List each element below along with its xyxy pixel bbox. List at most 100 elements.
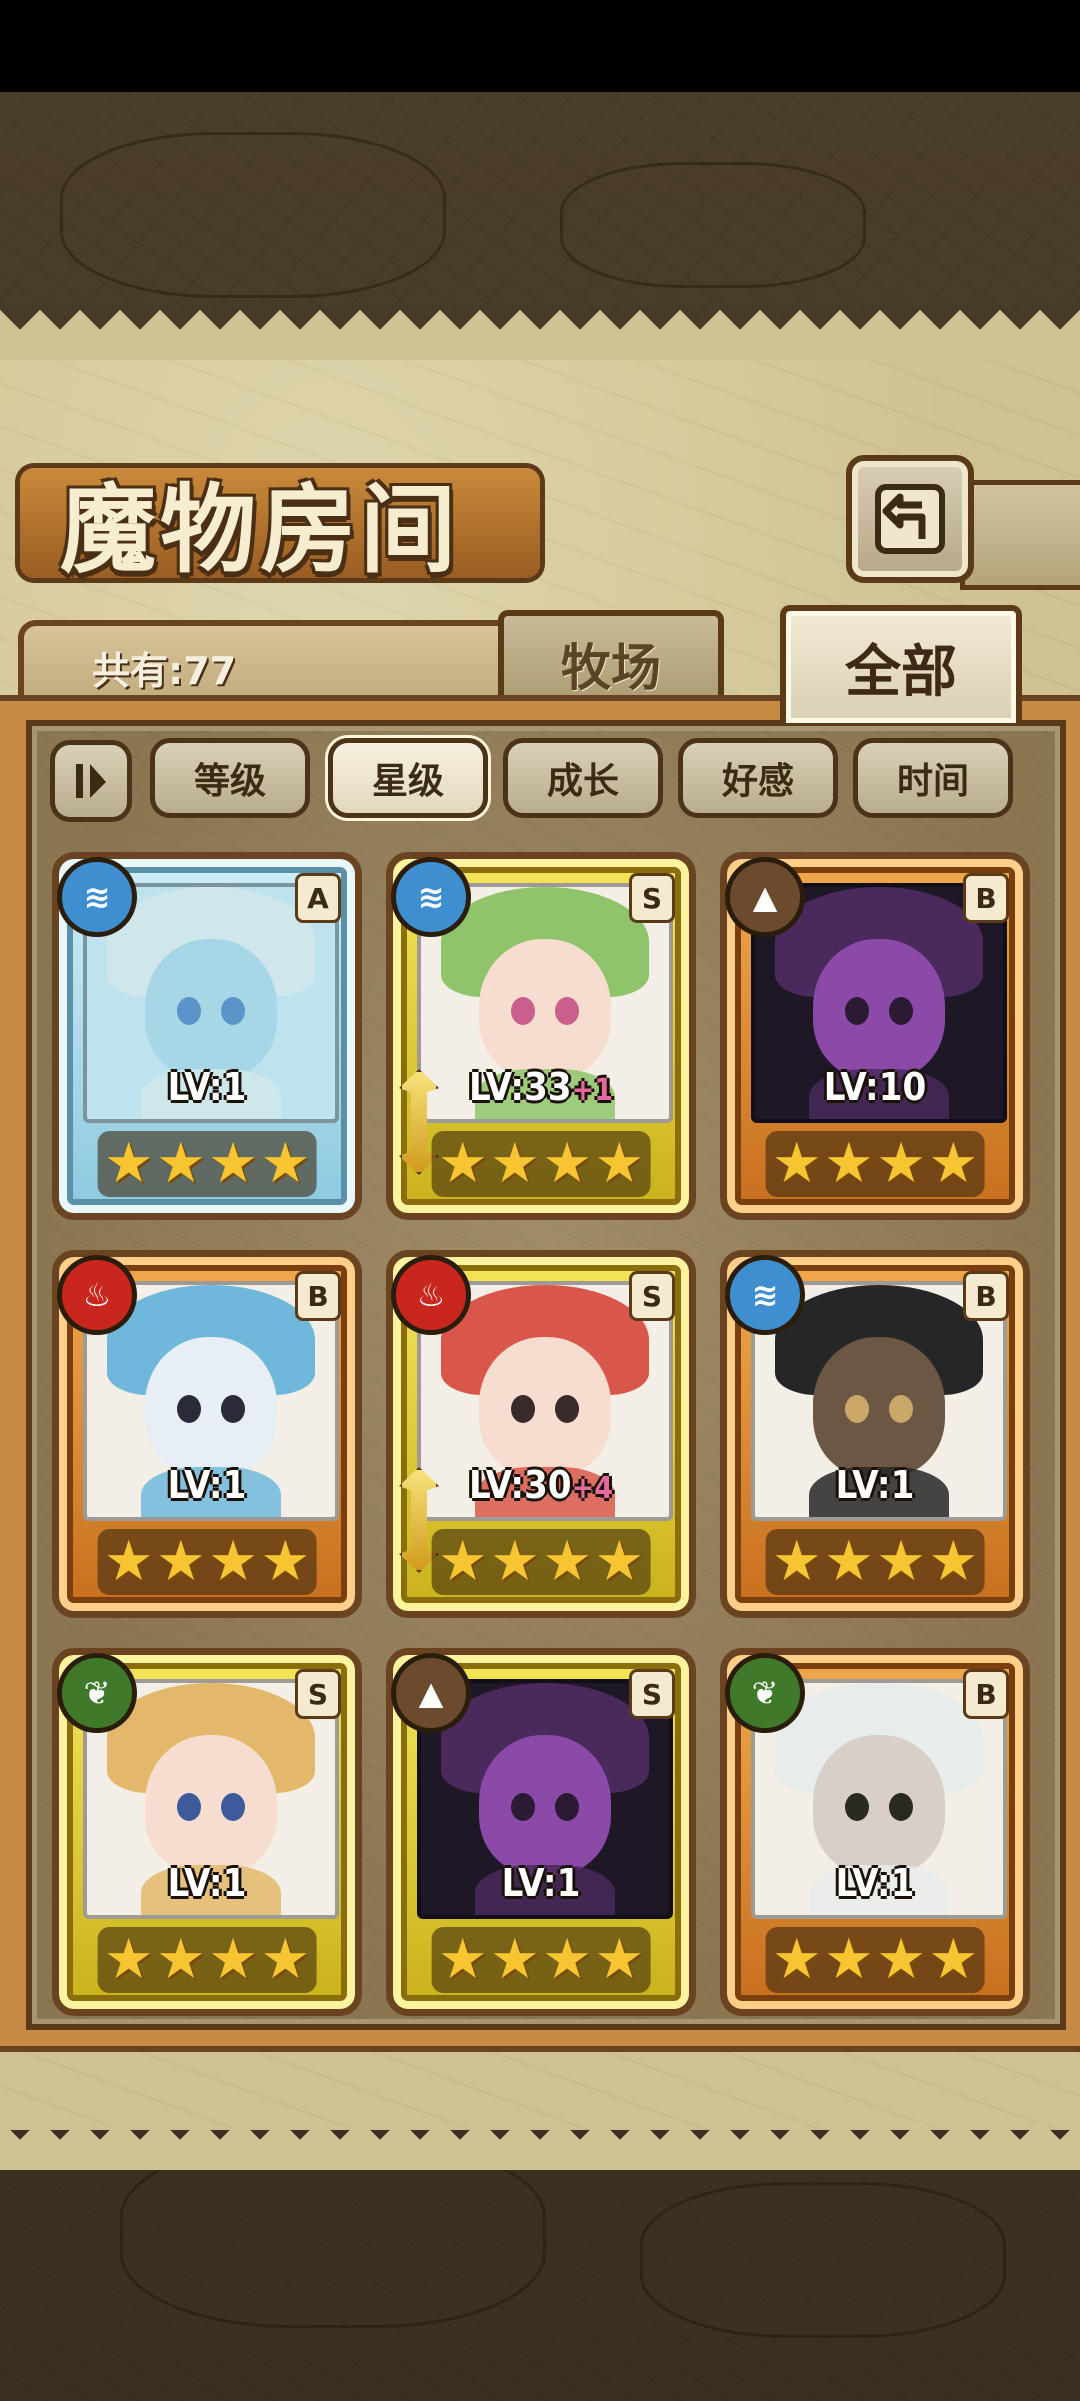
zigzag-edge-top — [0, 300, 1080, 360]
rank-badge: S — [295, 1669, 341, 1719]
level-value: LV:10 — [823, 1065, 927, 1109]
eye-shape — [889, 1395, 913, 1423]
rank-badge: S — [629, 1271, 675, 1321]
back-rail — [960, 480, 1080, 590]
rank-badge: B — [963, 1669, 1009, 1719]
map-decoration — [560, 162, 866, 288]
star-icon: ★ — [594, 1131, 645, 1196]
rank-badge: S — [629, 873, 675, 923]
star-icon: ★ — [928, 1529, 979, 1594]
eye-shape — [889, 997, 913, 1025]
monster-card[interactable]: ❦ S LV:1 ★ ★ ★ ★ — [52, 1648, 362, 2016]
star-icon: ★ — [437, 1529, 488, 1594]
face-shape — [813, 939, 945, 1079]
star-icon: ★ — [771, 1131, 822, 1196]
star-rating: ★ ★ ★ ★ — [97, 1131, 317, 1197]
star-rating: ★ ★ ★ ★ — [97, 1529, 317, 1595]
star-icon: ★ — [208, 1131, 259, 1196]
tab-all[interactable]: 全部 — [780, 605, 1022, 723]
eye-shape — [555, 1793, 579, 1821]
star-icon: ★ — [594, 1927, 645, 1992]
eye-shape — [221, 1395, 245, 1423]
water-element-icon: ≋ — [391, 857, 471, 937]
rank-badge: S — [629, 1669, 675, 1719]
monster-card[interactable]: ▲ B LV:10 ★ ★ ★ ★ — [720, 852, 1030, 1220]
monster-card[interactable]: ▲ S LV:1 ★ ★ ★ ★ — [386, 1648, 696, 2016]
monster-card[interactable]: ≋ S LV:33+1 ★ ★ ★ ★ — [386, 852, 696, 1220]
level-value: LV:1 — [167, 1065, 247, 1109]
level-value: LV:1 — [501, 1861, 581, 1905]
monster-card[interactable]: ♨ B LV:1 ★ ★ ★ ★ — [52, 1250, 362, 1618]
sort-growth-button[interactable]: 成长 — [503, 738, 663, 818]
star-icon: ★ — [771, 1927, 822, 1992]
level-value: LV:33 — [469, 1065, 572, 1109]
level-label: LV:1 — [59, 1861, 355, 1905]
eye-shape — [555, 1395, 579, 1423]
fire-element-icon: ♨ — [391, 1255, 471, 1335]
monster-card[interactable]: ❦ B LV:1 ★ ★ ★ ★ — [720, 1648, 1030, 2016]
level-label: LV:1 — [727, 1861, 1023, 1905]
page-title: 魔物房间 — [60, 473, 460, 586]
star-icon: ★ — [823, 1529, 874, 1594]
wind-element-icon: ❦ — [725, 1653, 805, 1733]
level-value: LV:1 — [835, 1463, 915, 1507]
zigzag-edge-bottom — [0, 2110, 1080, 2170]
eye-shape — [511, 1395, 535, 1423]
face-shape — [479, 1735, 611, 1875]
star-icon: ★ — [928, 1131, 979, 1196]
star-icon: ★ — [876, 1927, 927, 1992]
eye-shape — [221, 997, 245, 1025]
eye-shape — [511, 997, 535, 1025]
eye-shape — [845, 997, 869, 1025]
star-icon: ★ — [489, 1131, 540, 1196]
level-label: LV:1 — [59, 1065, 355, 1109]
sort-time-button[interactable]: 时间 — [853, 738, 1013, 818]
status-bar — [0, 0, 1080, 92]
sort-order-glyph — [76, 764, 106, 798]
sort-affection-button[interactable]: 好感 — [678, 738, 838, 818]
star-icon: ★ — [771, 1529, 822, 1594]
eye-shape — [511, 1793, 535, 1821]
water-element-icon: ≋ — [57, 857, 137, 937]
level-label: LV:1 — [393, 1861, 689, 1905]
eye-shape — [845, 1395, 869, 1423]
wind-element-icon: ❦ — [57, 1653, 137, 1733]
sort-order-icon[interactable] — [50, 740, 132, 822]
sort-star-button[interactable]: 星级 — [328, 738, 488, 818]
eye-shape — [555, 997, 579, 1025]
star-icon: ★ — [208, 1529, 259, 1594]
face-shape — [479, 1337, 611, 1477]
star-icon: ★ — [260, 1927, 311, 1992]
face-shape — [813, 1337, 945, 1477]
star-icon: ★ — [155, 1529, 206, 1594]
star-icon: ★ — [542, 1927, 593, 1992]
star-icon: ★ — [103, 1529, 154, 1594]
star-icon: ★ — [489, 1529, 540, 1594]
level-label: LV:10 — [727, 1065, 1023, 1109]
star-icon: ★ — [594, 1529, 645, 1594]
level-value: LV:30 — [469, 1463, 572, 1507]
star-icon: ★ — [208, 1927, 259, 1992]
star-rating: ★ ★ ★ ★ — [431, 1529, 651, 1595]
star-rating: ★ ★ ★ ★ — [765, 1131, 985, 1197]
back-arrow-icon — [875, 484, 945, 554]
rank-badge: A — [295, 873, 341, 923]
level-value: LV:1 — [167, 1861, 247, 1905]
star-rating: ★ ★ ★ ★ — [765, 1529, 985, 1595]
star-icon: ★ — [155, 1927, 206, 1992]
back-button[interactable] — [846, 455, 974, 583]
map-decoration — [640, 2182, 1006, 2338]
eye-shape — [177, 1395, 201, 1423]
level-label: LV:1 — [59, 1463, 355, 1507]
eye-shape — [221, 1793, 245, 1821]
star-icon: ★ — [260, 1131, 311, 1196]
monster-card[interactable]: ♨ S LV:30+4 ★ ★ ★ ★ — [386, 1250, 696, 1618]
level-label: LV:1 — [727, 1463, 1023, 1507]
monster-card[interactable]: ≋ A LV:1 ★ ★ ★ ★ — [52, 852, 362, 1220]
sort-level-button[interactable]: 等级 — [150, 738, 310, 818]
star-icon: ★ — [155, 1131, 206, 1196]
star-icon: ★ — [260, 1529, 311, 1594]
earth-element-icon: ▲ — [391, 1653, 471, 1733]
monster-card[interactable]: ≋ B LV:1 ★ ★ ★ ★ — [720, 1250, 1030, 1618]
level-value: LV:1 — [167, 1463, 247, 1507]
